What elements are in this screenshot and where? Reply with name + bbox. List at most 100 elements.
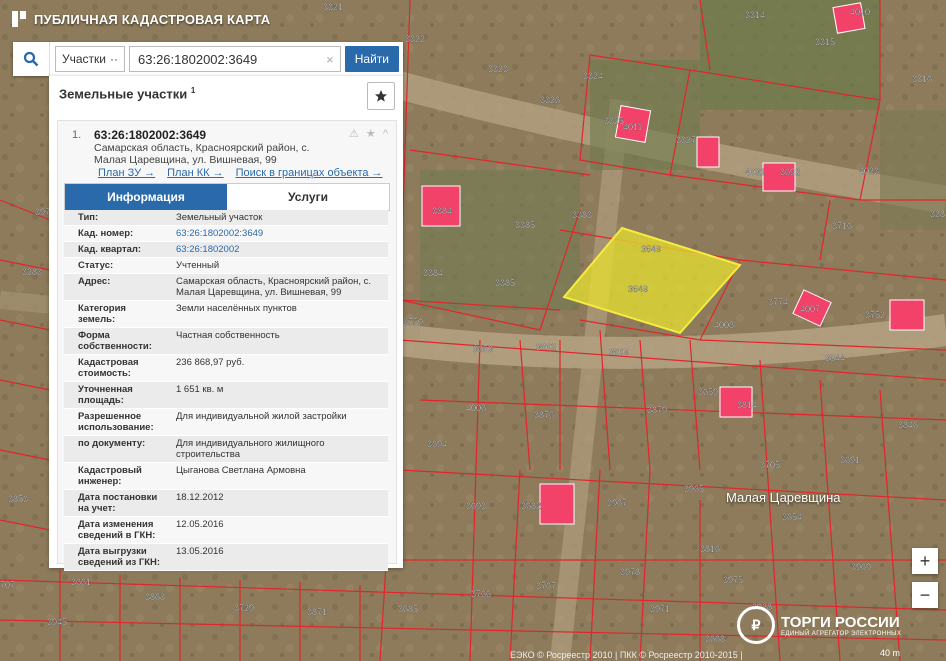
zoom-in-button[interactable]: + [912, 548, 938, 574]
info-row-label: Уточненная площадь: [78, 384, 133, 406]
info-row-value: Самарская область, Красноярский район, с… [176, 276, 372, 298]
info-row: Уточненная площадь: 1 651 кв. м [64, 382, 388, 409]
info-row-value: Цыганова Светлана Армовна [176, 465, 306, 476]
object-type-label: Участки [62, 52, 106, 66]
parcel-label: 3384 [432, 206, 452, 216]
info-row: Кад. номер: 63:26:1802002:3649 [64, 226, 388, 242]
parcel-label: 3385 [515, 220, 535, 230]
tab-services[interactable]: Услуги [227, 184, 389, 210]
parcel-label: 3967 [607, 498, 627, 508]
info-row-label: Форма собственности: [78, 330, 152, 352]
parcel-label: 3315 [815, 37, 835, 47]
search-in-bounds-link[interactable]: Поиск в границах объекта → [236, 167, 383, 179]
result-cad-id[interactable]: 63:26:1802002:3649 [94, 128, 206, 142]
parcel-label: 3752 [865, 310, 885, 320]
panel-title-count: 1 [190, 86, 196, 95]
parcel-label: 3767 [536, 581, 556, 591]
parcel-label: 3653 [473, 344, 493, 354]
parcel-label: 3871 [307, 607, 327, 617]
parcel-label: 3971 [650, 604, 670, 614]
info-row-label: Кадастровая стоимость: [78, 357, 139, 379]
parcel-label: 328 [930, 209, 945, 219]
info-row-label: Адрес: [78, 276, 111, 287]
search-bar: Участки ·· 63:26:1802002:3649 × Найти [13, 42, 403, 76]
parcel-label: 4010 [850, 7, 870, 17]
parcel-label: 3965 [684, 484, 704, 494]
parcel-label: 3685 [398, 604, 418, 614]
app-title: ПУБЛИЧНАЯ КАДАСТРОВАЯ КАРТА [34, 11, 271, 27]
info-table: Тип: Земельный участок Кад. номер: 63:26:18… [64, 210, 388, 571]
favorites-button[interactable] [367, 82, 395, 110]
info-row: Форма собственности: Частная собственност… [64, 328, 388, 355]
parcel-label: 3759 [403, 317, 423, 327]
clear-icon[interactable]: × [326, 52, 334, 67]
info-row-value: 1 651 кв. м [176, 384, 224, 395]
result-links: План ЗУ → План КК → Поиск в границах объ… [98, 167, 383, 179]
info-row: Дата выгрузки сведений из ГКН: 13.05.2016 [64, 544, 388, 571]
panel-title-text: Земельные участки [59, 86, 188, 102]
parcel-label: 3383 [572, 210, 592, 220]
parcel-label: 3868 [145, 592, 165, 602]
parcel-label: 4008 [714, 320, 734, 330]
plan-kk-link[interactable]: План КК → [167, 167, 223, 179]
torgi-logo-icon: ₽ [737, 606, 775, 644]
result-tabs: Информация Услуги [64, 183, 390, 211]
parcel-label: 4006 [466, 403, 486, 413]
dropdown-arrow-icon: ·· [110, 52, 118, 66]
star-icon [375, 90, 387, 102]
info-row-value: 13.05.2016 [176, 546, 224, 557]
info-row-label: Кад. номер: [78, 228, 134, 239]
scale-label: 40 m [880, 648, 901, 658]
parcel-label: 4023 [859, 166, 879, 176]
info-row-value: Учтенный [176, 260, 220, 271]
info-row-value[interactable]: 63:26:1802002:3649 [170, 226, 388, 241]
parcel-label: 3816 [700, 544, 720, 554]
parcel-label: 3283 [22, 267, 42, 277]
find-button[interactable]: Найти [344, 46, 399, 72]
parcel-label: 3314 [745, 10, 765, 20]
parcel-label: 3814 [737, 400, 757, 410]
app-logo-icon [12, 11, 26, 27]
search-toggle-button[interactable] [13, 42, 50, 76]
parcel-label: 3969 [851, 562, 871, 572]
map-attribution: ЕЭКО © Росреестр 2010 | ПКК © Росреестр … [510, 650, 743, 660]
parcel-label: 4031 [745, 167, 765, 177]
object-type-select[interactable]: Участки ·· [55, 46, 125, 72]
tab-info[interactable]: Информация [65, 184, 227, 210]
result-item: 1. 63:26:1802002:3649 ⚠ ★ ^ Самарская об… [57, 120, 397, 571]
parcel-label: 4007 [800, 304, 820, 314]
zoom-out-button[interactable]: − [912, 582, 938, 608]
parcel-label: 707 [0, 580, 15, 590]
parcel-label: 3321 [323, 2, 343, 12]
torgi-name: ТОРГИ РОССИИ [781, 613, 900, 631]
parcel-label: 3716 [832, 221, 852, 231]
info-row-value: Для индивидуального жилищного строительс… [176, 438, 325, 460]
parcel-label: 3975 [723, 575, 743, 585]
plan-zu-link[interactable]: План ЗУ → [98, 167, 155, 179]
search-icon [23, 51, 39, 67]
info-row-value[interactable]: 63:26:1802002 [170, 242, 388, 257]
parcel-label: 3682 [521, 501, 541, 511]
search-query: 63:26:1802002:3649 [138, 51, 258, 67]
search-input[interactable]: 63:26:1802002:3649 × [129, 46, 341, 72]
torgi-subtitle: ЕДИНЫЙ АГРЕГАТОР ЭЛЕКТРОННЫХ [781, 630, 902, 637]
info-row-value: Земли населённых пунктов [176, 303, 297, 314]
parcel-label: 3326 [540, 95, 560, 105]
parcel-label: 3668 [705, 634, 725, 644]
info-row: Статус: Учтенный [64, 258, 388, 274]
parcel-label: 3729 [234, 603, 254, 613]
parcel-label: 3385 [495, 278, 515, 288]
info-row-label: Категория земель: [78, 303, 126, 325]
parcel-label: 3766 [471, 589, 491, 599]
info-row: Тип: Земельный участок [64, 210, 388, 226]
result-action-icons[interactable]: ⚠ ★ ^ [349, 127, 390, 140]
parcel-label: 3945 [47, 617, 67, 627]
info-row-label: Кад. квартал: [78, 244, 142, 255]
parcel-label: 3327 [676, 135, 696, 145]
info-row-label: Дата выгрузки сведений из ГКН: [78, 546, 161, 568]
info-row-label: Тип: [78, 212, 99, 223]
info-row-label: Кадастровый инженер: [78, 465, 142, 487]
place-name-label: Малая Царевщина [726, 490, 841, 505]
parcel-label: 3322 [405, 34, 425, 44]
parcel-label: 3692 [780, 167, 800, 177]
